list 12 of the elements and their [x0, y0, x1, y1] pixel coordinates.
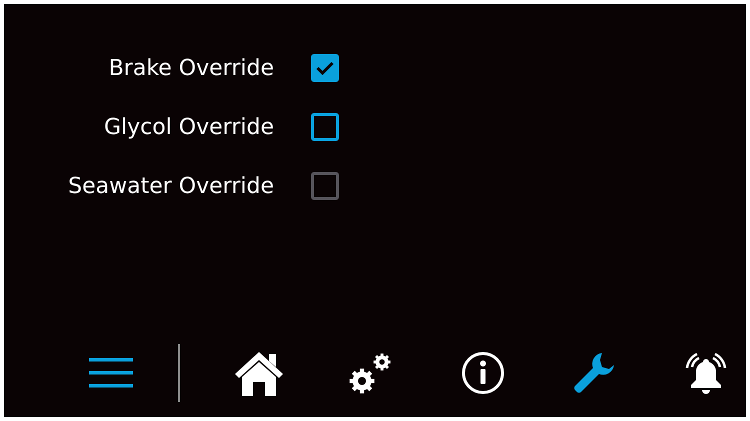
- override-label: Brake Override: [108, 56, 274, 80]
- checkmark-icon: [316, 61, 334, 75]
- alarm-bell-icon: [683, 351, 729, 395]
- info-icon: [460, 351, 504, 395]
- wrench-icon: [572, 351, 616, 395]
- gears-icon: [348, 352, 393, 394]
- override-label: Seawater Override: [67, 174, 274, 198]
- override-label: Glycol Override: [102, 114, 274, 140]
- checkbox[interactable]: [311, 54, 339, 82]
- menu-icon: [89, 358, 133, 388]
- home-icon: [233, 350, 285, 396]
- checkbox[interactable]: [311, 113, 339, 141]
